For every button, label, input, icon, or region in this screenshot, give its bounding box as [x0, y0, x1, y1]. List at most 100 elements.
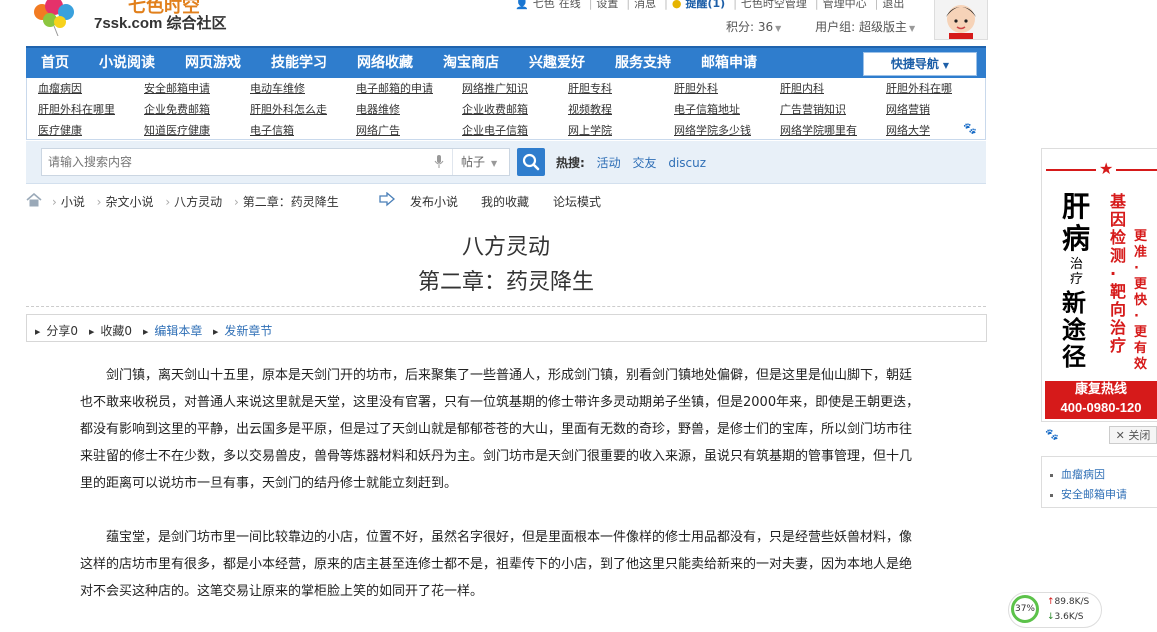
chevron-right-icon: › [52, 195, 57, 209]
publish-icon [379, 192, 395, 207]
admin-link[interactable]: 七色时空管理 [741, 0, 807, 10]
quick-link[interactable]: 肝胆内科 [780, 80, 824, 96]
nav-novels[interactable]: 小说阅读 [84, 48, 170, 78]
triangle-right-icon: ▶ [143, 327, 149, 336]
nav-skills[interactable]: 技能学习 [256, 48, 342, 78]
user-group-menu[interactable]: 用户组: 超级版主 ▼ [815, 20, 915, 34]
nav-support[interactable]: 服务支持 [600, 48, 686, 78]
bullet-icon [1050, 493, 1053, 497]
chevron-right-icon: › [233, 195, 239, 209]
search-input[interactable] [42, 149, 444, 175]
quick-link[interactable]: 电子邮箱的申请 [356, 80, 433, 96]
quick-link[interactable]: 网络推广知识 [462, 80, 528, 96]
quick-link[interactable]: 肝胆外科怎么走 [250, 101, 327, 117]
nav-webgames[interactable]: 网页游戏 [170, 48, 256, 78]
nav-bookmarks[interactable]: 网络收藏 [342, 48, 428, 78]
username-link[interactable]: 七色 [533, 0, 555, 10]
hot-term-discuz[interactable]: discuz [668, 156, 706, 170]
quick-nav-button[interactable]: 快捷导航 ▼ [863, 52, 977, 76]
side-link[interactable]: 血瘤病因 [1050, 466, 1105, 482]
quick-link[interactable]: 网络营销 [886, 101, 930, 117]
reminder-link[interactable]: 提醒(1) [685, 0, 725, 10]
quick-link[interactable]: 肝胆外科在哪 [886, 80, 952, 96]
quick-link[interactable]: 企业收费邮箱 [462, 101, 528, 117]
site-logo[interactable]: 七色时空 7ssk.com 综合社区 [28, 0, 258, 40]
share-button[interactable]: ▶ 分享0 [35, 322, 78, 339]
quick-link[interactable]: 肝胆外科在哪里 [38, 101, 115, 117]
forum-mode-link[interactable]: 论坛模式 [553, 193, 601, 210]
quick-link[interactable]: 电子信箱地址 [674, 101, 740, 117]
breadcrumb-misc[interactable]: 杂文小说 [105, 195, 153, 209]
quick-link[interactable]: 企业电子信箱 [462, 122, 528, 138]
quick-link[interactable]: 电动车维修 [250, 80, 305, 96]
online-status[interactable]: 在线 [559, 0, 581, 10]
chapter-content: 剑门镇，离天剑山十五里，原本是天剑门开的坊市，后来聚集了一些普通人，形成剑门镇，… [80, 362, 920, 632]
quick-link[interactable]: 企业免费邮箱 [144, 101, 210, 117]
admin-center-link[interactable]: 管理中心 [823, 0, 867, 10]
side-link[interactable]: 安全邮箱申请 [1050, 486, 1127, 502]
quick-link[interactable]: 肝胆专科 [568, 80, 612, 96]
quick-link[interactable]: 血瘤病因 [38, 80, 82, 96]
chapter-title: 第二章：药灵降生 [417, 270, 594, 295]
quick-link[interactable]: 网络学院多少钱 [674, 122, 751, 138]
upload-speed: ↑89.8K/S [1047, 597, 1090, 607]
publish-novel-link[interactable]: 发布小说 [410, 193, 458, 210]
quick-link[interactable]: 视频教程 [568, 101, 612, 117]
edit-chapter-link[interactable]: ▶ 编辑本章 [143, 322, 202, 339]
nav-hobbies[interactable]: 兴趣爱好 [514, 48, 600, 78]
ad-red-slogan-2: 更准·更快·更有效 [1134, 229, 1148, 372]
hot-term-activity[interactable]: 活动 [597, 156, 621, 170]
chapter-toolbar: ▶ 分享0 ▶ 收藏0 ▶ 编辑本章 ▶ 发新章节 [26, 314, 987, 342]
settings-link[interactable]: 设置 [596, 0, 618, 10]
breadcrumb-book[interactable]: 八方灵动 [174, 195, 222, 209]
nav-taobao[interactable]: 淘宝商店 [428, 48, 514, 78]
my-collection-link[interactable]: 我的收藏 [481, 193, 529, 210]
ad-close-button[interactable]: ✕ 关闭 [1109, 426, 1157, 444]
hot-search: 热搜: 活动 交友 discuz [556, 154, 714, 171]
ad-subtext: 治疗 [1070, 257, 1084, 287]
logout-link[interactable]: 退出 [882, 0, 904, 10]
quick-link[interactable]: 安全邮箱申请 [144, 80, 210, 96]
quick-link[interactable]: 网络学院哪里有 [780, 122, 857, 138]
quick-link[interactable]: 网络广告 [356, 122, 400, 138]
breadcrumb-chapter: 第二章：药灵降生 [242, 195, 339, 209]
breadcrumb-novels[interactable]: 小说 [61, 195, 85, 209]
quick-link[interactable]: 网上学院 [568, 122, 612, 138]
search-button[interactable] [517, 148, 545, 176]
search-box: 帖子▼ [41, 148, 510, 176]
paw-icon: 🐾 [1045, 428, 1059, 441]
ad-hotline[interactable]: 康复热线 400-0980-120 [1045, 381, 1157, 419]
hot-search-label: 热搜: [556, 156, 585, 170]
triangle-right-icon: ▶ [213, 327, 219, 336]
search-type-select[interactable]: 帖子 ▼ [452, 149, 510, 175]
chevron-down-icon: ▼ [491, 159, 498, 168]
quick-link[interactable]: 电器维修 [356, 101, 400, 117]
quick-link[interactable]: 肝胆外科 [674, 80, 718, 96]
paw-icon: 🐾 [963, 122, 977, 135]
chevron-right-icon: › [96, 195, 102, 209]
quick-link[interactable]: 知道医疗健康 [144, 122, 210, 138]
arrow-down-icon: ↓ [1047, 612, 1055, 622]
quick-link[interactable]: 广告营销知识 [780, 101, 846, 117]
hotline-number: 400-0980-120 [1060, 400, 1142, 415]
quick-link[interactable]: 医疗健康 [38, 122, 82, 138]
home-icon[interactable] [26, 193, 42, 207]
network-speed-widget[interactable]: 37% ↑89.8K/S ↓3.6K/S [1008, 592, 1102, 628]
messages-link[interactable]: 消息 [634, 0, 656, 10]
side-ad[interactable]: ★ 肝病 治疗 新途径 基因检测·靶向治疗 更准·更快·更有效 康复热线 400… [1041, 148, 1157, 422]
hot-term-friends[interactable]: 交友 [632, 156, 656, 170]
side-links: 血瘤病因 安全邮箱申请 [1041, 456, 1157, 508]
bulb-icon: ● [671, 0, 682, 10]
user-stats: 积分: 36 ▼ 用户组: 超级版主 ▼ [726, 18, 915, 35]
points-menu[interactable]: 积分: 36 ▼ [726, 20, 781, 34]
quick-link[interactable]: 网络大学 [886, 122, 930, 138]
ad-headline: 肝病 [1062, 190, 1091, 255]
nav-home[interactable]: 首页 [26, 48, 84, 78]
new-chapter-link[interactable]: ▶ 发新章节 [213, 322, 272, 339]
avatar[interactable] [934, 0, 988, 40]
nav-email[interactable]: 邮箱申请 [686, 48, 772, 78]
collect-button[interactable]: ▶ 收藏0 [89, 322, 132, 339]
user-icon: 👤 [515, 0, 529, 10]
microphone-icon[interactable] [434, 155, 444, 169]
quick-link[interactable]: 电子信箱 [250, 122, 294, 138]
